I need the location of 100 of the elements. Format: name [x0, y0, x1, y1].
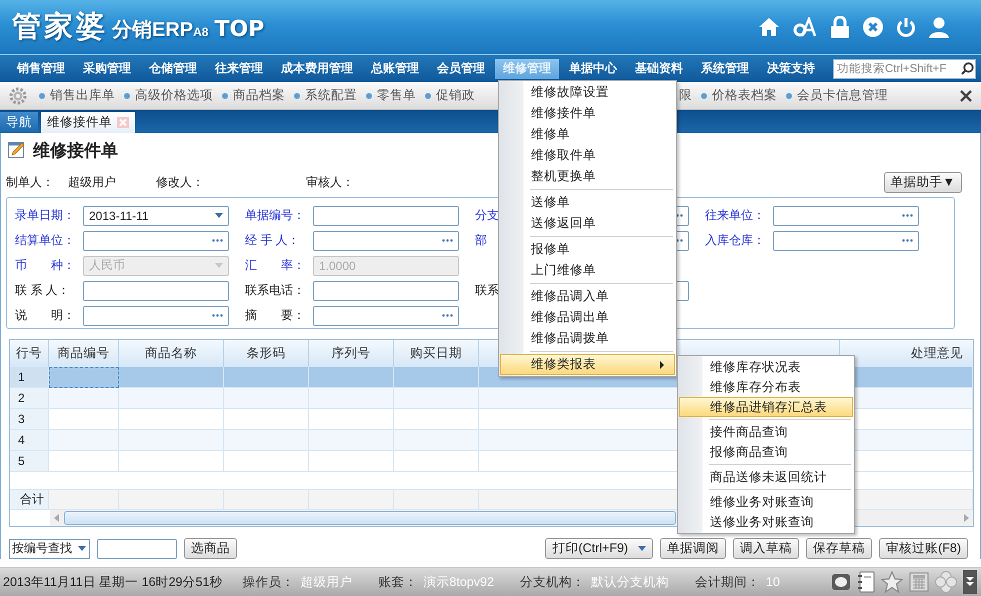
scroll-right-icon[interactable] — [963, 514, 969, 522]
nav-menu-item[interactable]: 往来管理 — [207, 58, 271, 78]
dropdown-arrow-icon[interactable] — [638, 546, 646, 551]
quick-link[interactable]: 零售单 — [366, 87, 416, 104]
menu-item[interactable]: 维修品进销存汇总表 — [679, 397, 853, 417]
menu-item[interactable]: 维修业务对账查询 — [679, 492, 853, 512]
column-header[interactable]: 序列号 — [309, 340, 394, 367]
column-header[interactable]: 购买日期 — [394, 340, 479, 367]
menu-item[interactable]: 维修库存分布表 — [679, 377, 853, 397]
close-icon[interactable] — [960, 90, 972, 102]
search-mode-dropdown[interactable]: 按编号查找 — [9, 538, 90, 558]
close-icon[interactable] — [863, 17, 883, 37]
select-goods-button[interactable]: 选商品 — [184, 538, 237, 559]
menu-item[interactable]: 维修品调拨单 — [500, 328, 675, 349]
nav-menu-item[interactable]: 总账管理 — [363, 58, 427, 78]
input-field[interactable] — [313, 206, 459, 226]
scroll-left-icon[interactable] — [54, 514, 60, 522]
more-icon[interactable] — [442, 314, 453, 317]
quick-link[interactable]: 商品档案 — [222, 87, 285, 104]
more-icon[interactable] — [212, 314, 223, 317]
menu-item[interactable]: 送修单 — [500, 192, 675, 213]
chat-icon[interactable] — [831, 572, 851, 592]
down-arrow-icon[interactable] — [966, 577, 974, 587]
input-field[interactable] — [773, 206, 919, 226]
nav-menu-item[interactable]: 采购管理 — [75, 58, 139, 78]
table-cell[interactable] — [49, 367, 119, 388]
input-field[interactable] — [97, 538, 177, 558]
menu-item[interactable]: 接件商品查询 — [679, 422, 853, 442]
nav-menu-item[interactable]: 单据中心 — [561, 58, 625, 78]
action-button[interactable]: 保存草稿 — [806, 538, 872, 559]
star-icon[interactable] — [881, 571, 903, 593]
quick-link[interactable]: 促销政 — [425, 87, 475, 104]
input-field[interactable] — [83, 306, 229, 326]
tab[interactable]: 导航 — [0, 112, 38, 133]
collapse-button[interactable] — [963, 570, 977, 594]
more-icon[interactable] — [442, 239, 453, 242]
column-header[interactable]: 条形码 — [224, 340, 309, 367]
dropdown-field[interactable]: 2013-11-11 — [83, 206, 229, 226]
clover-icon[interactable] — [935, 571, 957, 593]
menu-item[interactable]: 维修接件单 — [500, 103, 675, 124]
font-icon[interactable] — [793, 17, 817, 37]
menu-item[interactable]: 报修商品查询 — [679, 442, 853, 462]
calculator-icon[interactable] — [909, 572, 929, 592]
menu-item[interactable]: 上门维修单 — [500, 260, 675, 281]
home-icon[interactable] — [758, 17, 780, 37]
nav-menu-item[interactable]: 仓储管理 — [141, 58, 205, 78]
column-header[interactable]: 商品名称 — [119, 340, 224, 367]
more-icon[interactable] — [902, 214, 913, 217]
input-field[interactable] — [313, 230, 459, 250]
nav-menu-item[interactable]: 成本费用管理 — [273, 58, 361, 78]
input-field[interactable] — [83, 280, 229, 300]
dropdown-arrow-icon[interactable] — [78, 546, 86, 551]
quick-link[interactable]: 高级价格选项 — [124, 87, 213, 104]
user-icon[interactable] — [929, 16, 949, 38]
action-button[interactable]: 单据调阅 — [660, 538, 726, 559]
menu-item[interactable]: 整机更换单 — [500, 166, 675, 187]
settings-icon[interactable] — [9, 86, 27, 104]
tab-label[interactable]: 维修接件单 — [47, 114, 112, 131]
tab[interactable]: 维修接件单 — [41, 112, 135, 133]
tab-label[interactable]: 导航 — [6, 114, 32, 131]
input-field[interactable] — [83, 230, 229, 250]
action-button[interactable]: 审核过账(F8) — [879, 538, 968, 559]
nav-menu-item[interactable]: 会员管理 — [429, 58, 493, 78]
quick-link[interactable]: 价格表档案 — [701, 87, 777, 104]
input-field[interactable] — [773, 230, 919, 250]
status-datetime: 2013年11月11日 星期一 16时29分51秒 — [3, 574, 222, 590]
action-button[interactable]: 调入草稿 — [733, 538, 800, 559]
nav-menu-item[interactable]: 决策支持 — [759, 58, 823, 78]
more-icon[interactable] — [212, 239, 223, 242]
menu-item[interactable]: 维修类报表 — [500, 354, 675, 375]
column-header[interactable]: 商品编号 — [49, 340, 119, 367]
notebook-icon[interactable] — [857, 571, 875, 593]
nav-menu-item[interactable]: 系统管理 — [693, 58, 757, 78]
search-icon[interactable] — [961, 62, 974, 75]
menu-item[interactable]: 维修单 — [500, 124, 675, 145]
input-field[interactable] — [313, 306, 459, 326]
menu-item[interactable]: 报修单 — [500, 239, 675, 260]
menu-item[interactable]: 维修故障设置 — [500, 82, 675, 103]
power-icon[interactable] — [896, 16, 916, 38]
quick-link[interactable]: 系统配置 — [294, 87, 357, 104]
menu-item[interactable]: 维修品调出单 — [500, 307, 675, 328]
lock-icon[interactable] — [830, 16, 850, 38]
nav-menu-item[interactable]: 基础资料 — [627, 58, 691, 78]
more-icon[interactable] — [902, 239, 913, 242]
print-button[interactable]: 打印(Ctrl+F9) — [545, 538, 654, 559]
nav-menu-item[interactable]: 销售管理 — [9, 58, 73, 78]
quick-link[interactable]: 限 — [679, 87, 692, 104]
menu-item[interactable]: 送修业务对账查询 — [679, 512, 853, 532]
quick-link[interactable]: 销售出库单 — [39, 87, 115, 104]
input-field[interactable] — [313, 280, 459, 300]
menu-item[interactable]: 维修取件单 — [500, 145, 675, 166]
column-header[interactable]: 行号 — [10, 340, 49, 367]
helper-button[interactable]: 单据助手▼ — [884, 172, 962, 193]
menu-item[interactable]: 维修品调入单 — [500, 286, 675, 307]
scrollbar-thumb[interactable] — [64, 511, 676, 525]
menu-item[interactable]: 送修返回单 — [500, 213, 675, 234]
menu-item[interactable]: 商品送修未返回统计 — [679, 467, 853, 487]
dropdown-arrow-icon[interactable] — [215, 213, 223, 218]
quick-link[interactable]: 会员卡信息管理 — [786, 87, 888, 104]
column-header[interactable]: 处理意见 — [840, 340, 973, 367]
